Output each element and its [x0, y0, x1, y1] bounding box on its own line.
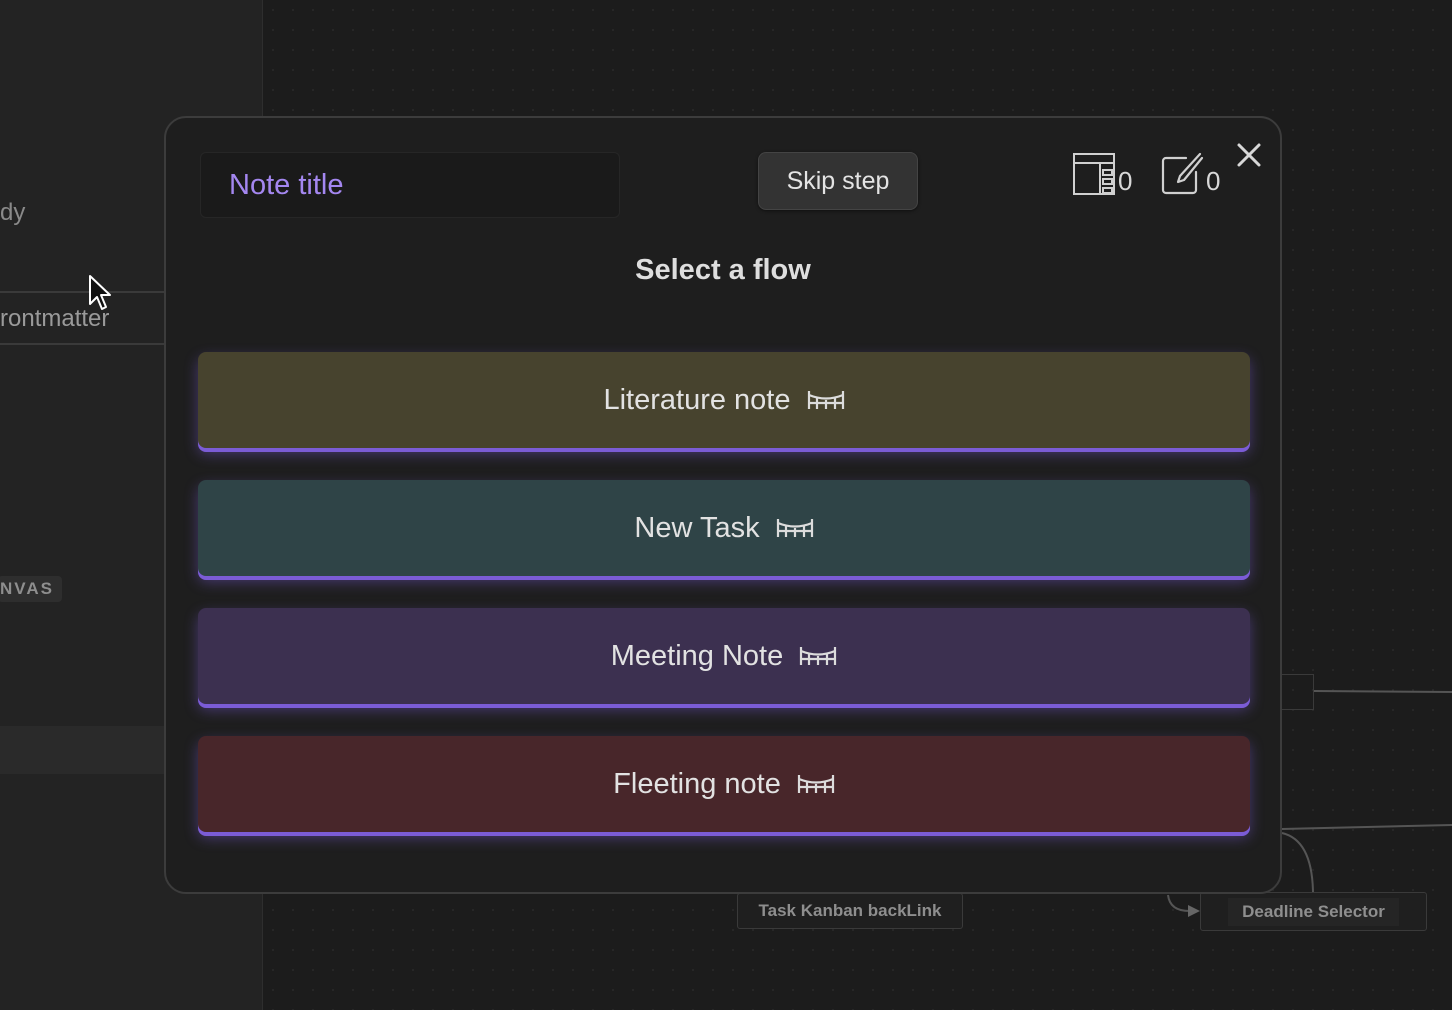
flow-selector-modal: Skip step 0 0 Select a f	[164, 116, 1282, 894]
node-label: Task Kanban backLink	[758, 901, 942, 920]
skip-step-button[interactable]: Skip step	[758, 152, 918, 210]
new-note-icon	[1161, 152, 1204, 195]
flow-label: New Task	[634, 511, 760, 544]
flow-button-literature-note[interactable]: Literature note	[198, 352, 1250, 448]
flow-button-new-task[interactable]: New Task	[198, 480, 1250, 576]
templates-count: 0	[1118, 166, 1133, 196]
mouse-cursor-icon	[89, 275, 111, 310]
flow-button-meeting-note[interactable]: Meeting Note	[198, 608, 1250, 704]
modal-heading: Select a flow	[635, 254, 811, 286]
notes-counter[interactable]: 0	[1160, 152, 1220, 196]
flow-label: Meeting Note	[610, 639, 784, 672]
bridge-icon	[776, 519, 813, 537]
flow-button-fleeting-note[interactable]: Fleeting note	[198, 736, 1250, 832]
templates-counter[interactable]: 0	[1072, 152, 1132, 196]
bridge-icon	[797, 775, 834, 793]
bridge-icon	[800, 647, 837, 665]
template-layout-icon	[1073, 153, 1115, 195]
close-icon[interactable]	[1234, 140, 1264, 170]
bridge-icon	[807, 391, 844, 409]
flow-label: Literature note	[603, 383, 791, 416]
notes-count: 0	[1206, 166, 1221, 196]
canvas-node[interactable]	[1282, 674, 1314, 710]
flow-label: Fleeting note	[613, 767, 781, 800]
note-title-input[interactable]	[200, 152, 620, 218]
node-label: Deadline Selector	[1228, 897, 1399, 926]
canvas-node-deadline-selector[interactable]: Deadline Selector	[1200, 892, 1427, 931]
canvas-node-task-kanban[interactable]: Task Kanban backLink	[737, 893, 963, 929]
